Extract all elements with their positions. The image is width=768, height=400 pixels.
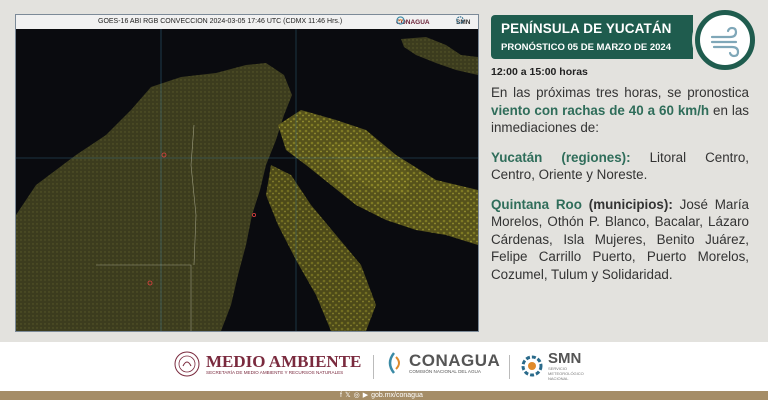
yucatan-label: Yucatán (regiones): [491,149,631,165]
smn-logo: SMN SERVICIO METEOROLÓGICO NACIONAL [520,351,594,381]
quintana-roo-municipalities: Quintana Roo (municipios): José María Mo… [491,196,750,282]
coat-of-arms-icon [174,351,200,377]
time-range: 12:00 a 15:00 horas [491,66,588,78]
conagua-name: CONAGUA [409,350,501,370]
wind-badge [692,7,758,73]
satellite-image: GOES-16 ABI RGB CONVECCION 2024-03-05 17… [15,14,479,332]
wind-icon [710,26,740,58]
forecast-intro: En las próximas tres horas, se pronostic… [491,85,749,135]
smn-sub: SERVICIO METEOROLÓGICO NACIONAL [548,366,584,381]
social-links: f 𝕏 ◎ ▶ gob.mx/conagua [340,391,423,400]
facebook-icon[interactable]: f [340,391,342,400]
satellite-caption-bar: GOES-16 ABI RGB CONVECCION 2024-03-05 17… [16,15,478,29]
instagram-icon[interactable]: ◎ [354,391,360,400]
yucatan-regions: Yucatán (regiones): Litoral Centro, Cent… [491,149,750,183]
youtube-icon[interactable]: ▶ [363,391,368,400]
conagua-icon [396,16,405,25]
smn-mini-logo: SMN [456,16,470,30]
region-title-box: PENÍNSULA DE YUCATÁN PRONÓSTICO 05 DE MA… [491,15,693,59]
smn-icon [521,355,543,377]
satellite-map [16,15,478,331]
footer-divider [509,355,510,379]
conagua-icon [388,352,400,374]
smn-name: SMN [548,350,582,367]
medio-ambiente-sub: SECRETARÍA DE MEDIO AMBIENTE Y RECURSOS … [206,369,344,375]
quintana-roo-label: Quintana Roo [491,196,582,212]
medio-ambiente-name: MEDIO AMBIENTE [206,351,362,371]
wind-highlight: viento con rachas de 40 a 60 km/h [491,102,710,118]
satellite-caption: GOES-16 ABI RGB CONVECCION 2024-03-05 17… [98,18,343,25]
forecast-date: PRONÓSTICO 05 DE MARZO DE 2024 [501,42,671,53]
forecast-text: En las próximas tres horas, se pronostic… [491,84,749,295]
website-link[interactable]: gob.mx/conagua [371,391,423,400]
region-title: PENÍNSULA DE YUCATÁN [501,21,672,36]
x-icon[interactable]: 𝕏 [345,391,351,400]
medio-ambiente-logo: MEDIO AMBIENTE SECRETARÍA DE MEDIO AMBIE… [174,351,361,377]
footer-divider [373,355,374,379]
conagua-logo: CONAGUA COMISIÓN NACIONAL DEL AGUA [383,351,500,375]
footer-strip: f 𝕏 ◎ ▶ gob.mx/conagua [0,391,768,400]
conagua-mini-logo: CONAGUA [396,16,430,30]
smn-icon [456,16,464,24]
